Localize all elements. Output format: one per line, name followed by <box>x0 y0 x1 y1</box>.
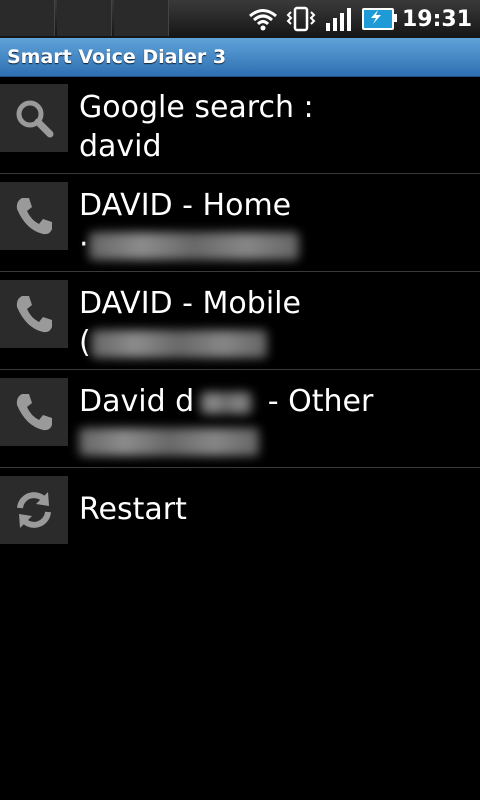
redacted-number <box>88 231 299 260</box>
list-item-title: Google search : <box>79 90 314 125</box>
list-item-restart[interactable]: Restart <box>0 468 480 558</box>
list-item-title: DAVID - Home <box>79 188 292 223</box>
list-item-title: DAVID - Mobile <box>79 286 301 321</box>
search-icon <box>0 84 68 152</box>
battery-charging-icon <box>361 8 397 30</box>
phone-number: ( <box>79 323 469 362</box>
list-item-text: David d - Other <box>79 382 469 460</box>
wifi-icon <box>249 9 277 31</box>
notification-slot <box>0 0 55 36</box>
phone-icon <box>0 378 68 446</box>
list-item-contact-other[interactable]: David d - Other <box>0 370 480 468</box>
list-item-google-search[interactable]: Google search : david <box>0 76 480 174</box>
phone-icon <box>0 280 68 348</box>
phone-number: · <box>79 225 469 264</box>
list-item-text: Google search : david <box>79 88 469 166</box>
list-item-title: David d - Other <box>79 384 374 419</box>
phone-icon <box>0 182 68 250</box>
status-icons: 19:31 <box>248 0 472 38</box>
list-item-contact-mobile[interactable]: DAVID - Mobile ( <box>0 272 480 370</box>
signal-icon <box>325 8 351 31</box>
notification-area <box>0 0 169 36</box>
list-item-text: Restart <box>79 490 469 529</box>
vibrate-icon <box>286 6 316 32</box>
redacted-number <box>90 329 267 358</box>
redacted-name <box>200 391 253 414</box>
restart-label: Restart <box>79 492 187 527</box>
list-item-text: DAVID - Home · <box>79 186 469 264</box>
result-list: Google search : david DAVID - Home · DAV… <box>0 76 480 558</box>
app-title-bar: Smart Voice Dialer 3 <box>0 38 480 77</box>
phone-number <box>79 421 469 460</box>
list-item-subtitle: david <box>79 129 162 164</box>
clock: 19:31 <box>401 6 472 32</box>
notification-slot <box>114 0 169 36</box>
app-title: Smart Voice Dialer 3 <box>7 46 227 68</box>
redacted-number <box>79 427 259 456</box>
list-item-contact-home[interactable]: DAVID - Home · <box>0 174 480 272</box>
notification-slot <box>57 0 112 36</box>
refresh-icon <box>0 476 68 544</box>
status-bar: 19:31 <box>0 0 480 38</box>
list-item-text: DAVID - Mobile ( <box>79 284 469 362</box>
